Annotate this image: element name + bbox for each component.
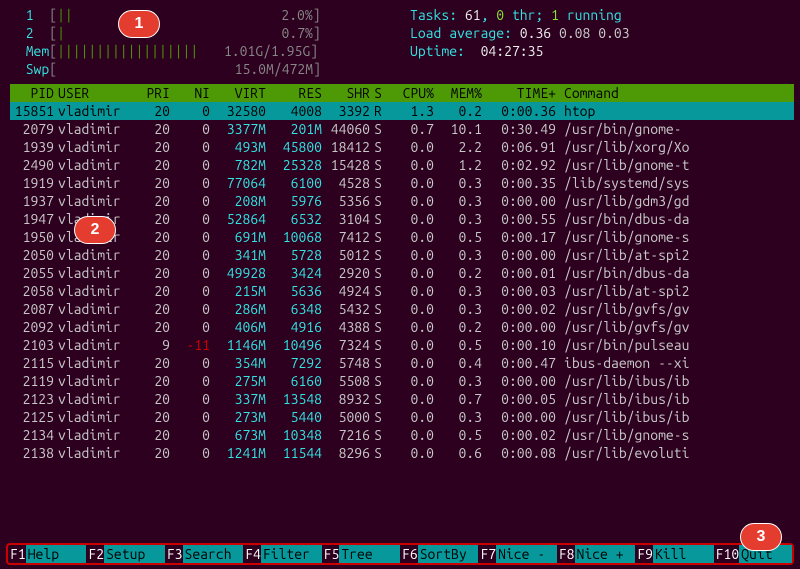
process-row[interactable]: 1950vladimir200691M100687412S0.00.50:00.… <box>10 228 794 246</box>
fkey-f3[interactable]: F3Search <box>165 545 243 563</box>
col-res: RES <box>266 84 322 102</box>
callout-1: 1 <box>118 10 160 38</box>
process-row[interactable]: 2490vladimir200782M2532815428S0.01.20:02… <box>10 156 794 174</box>
col-user: USER <box>58 84 138 102</box>
process-row[interactable]: 15851vladimir2003258040083392R1.30.20:00… <box>10 102 794 120</box>
function-bar[interactable]: F1HelpF2SetupF3SearchF4FilterF5TreeF6Sor… <box>6 543 794 565</box>
col-s: S <box>370 84 386 102</box>
process-row[interactable]: 1937vladimir200208M59765356S0.00.30:00.0… <box>10 192 794 210</box>
col-pid: PID <box>10 84 58 102</box>
col-shr: SHR <box>322 84 370 102</box>
meters: 1 [||2.0%] 2 [|0.7%] Mem[|||||||||||||||… <box>10 6 380 78</box>
process-row[interactable]: 2119vladimir200275M61605508S0.00.30:00.0… <box>10 372 794 390</box>
fkey-f7[interactable]: F7Nice - <box>478 545 556 563</box>
process-row[interactable]: 2055vladimir2004992834242920S0.00.20:00.… <box>10 264 794 282</box>
fkey-f8[interactable]: F8Nice + <box>557 545 635 563</box>
fkey-f2[interactable]: F2Setup <box>86 545 164 563</box>
process-row[interactable]: 1939vladimir200493M4580018412S0.02.20:06… <box>10 138 794 156</box>
fkey-f6[interactable]: F6SortBy <box>400 545 478 563</box>
process-row[interactable]: 2050vladimir200341M57285012S0.00.30:00.0… <box>10 246 794 264</box>
fkey-f9[interactable]: F9Kill <box>635 545 713 563</box>
stats: Tasks: 61, 0 thr; 1 running Load average… <box>410 6 630 78</box>
fkey-f4[interactable]: F4Filter <box>243 545 321 563</box>
fkey-f5[interactable]: F5Tree <box>322 545 400 563</box>
callout-2: 2 <box>74 216 116 244</box>
process-list[interactable]: 15851vladimir2003258040083392R1.30.20:00… <box>10 102 794 462</box>
col-cmd: Command <box>562 84 794 102</box>
col-cpu: CPU% <box>386 84 434 102</box>
col-mem: MEM% <box>434 84 482 102</box>
process-row[interactable]: 2079vladimir2003377M201M44060S0.710.10:3… <box>10 120 794 138</box>
callout-3: 3 <box>740 523 782 551</box>
col-pri: PRI <box>138 84 170 102</box>
process-row[interactable]: 2138vladimir2001241M115448296S0.00.60:00… <box>10 444 794 462</box>
terminal-window: 1 [||2.0%] 2 [|0.7%] Mem[|||||||||||||||… <box>0 0 800 462</box>
col-virt: VIRT <box>210 84 266 102</box>
process-row[interactable]: 2103vladimir9-111146M104967324S0.00.50:0… <box>10 336 794 354</box>
process-row[interactable]: 2134vladimir200673M103487216S0.00.50:00.… <box>10 426 794 444</box>
col-time: TIME+ <box>482 84 562 102</box>
process-row[interactable]: 2058vladimir200215M56364924S0.00.30:00.0… <box>10 282 794 300</box>
process-row[interactable]: 2115vladimir200354M72925748S0.00.40:00.4… <box>10 354 794 372</box>
process-row[interactable]: 2092vladimir200406M49164388S0.00.20:00.0… <box>10 318 794 336</box>
process-row[interactable]: 1947vladimir2005286465323104S0.00.30:00.… <box>10 210 794 228</box>
process-row[interactable]: 2123vladimir200337M135488932S0.00.70:00.… <box>10 390 794 408</box>
column-header[interactable]: PID USER PRI NI VIRT RES SHR S CPU% MEM%… <box>10 84 794 102</box>
process-row[interactable]: 1919vladimir2007706461004528S0.00.30:00.… <box>10 174 794 192</box>
fkey-f1[interactable]: F1Help <box>8 545 86 563</box>
process-row[interactable]: 2087vladimir200286M63485432S0.00.30:00.0… <box>10 300 794 318</box>
process-row[interactable]: 2125vladimir200273M54405000S0.00.30:00.0… <box>10 408 794 426</box>
col-ni: NI <box>170 84 210 102</box>
